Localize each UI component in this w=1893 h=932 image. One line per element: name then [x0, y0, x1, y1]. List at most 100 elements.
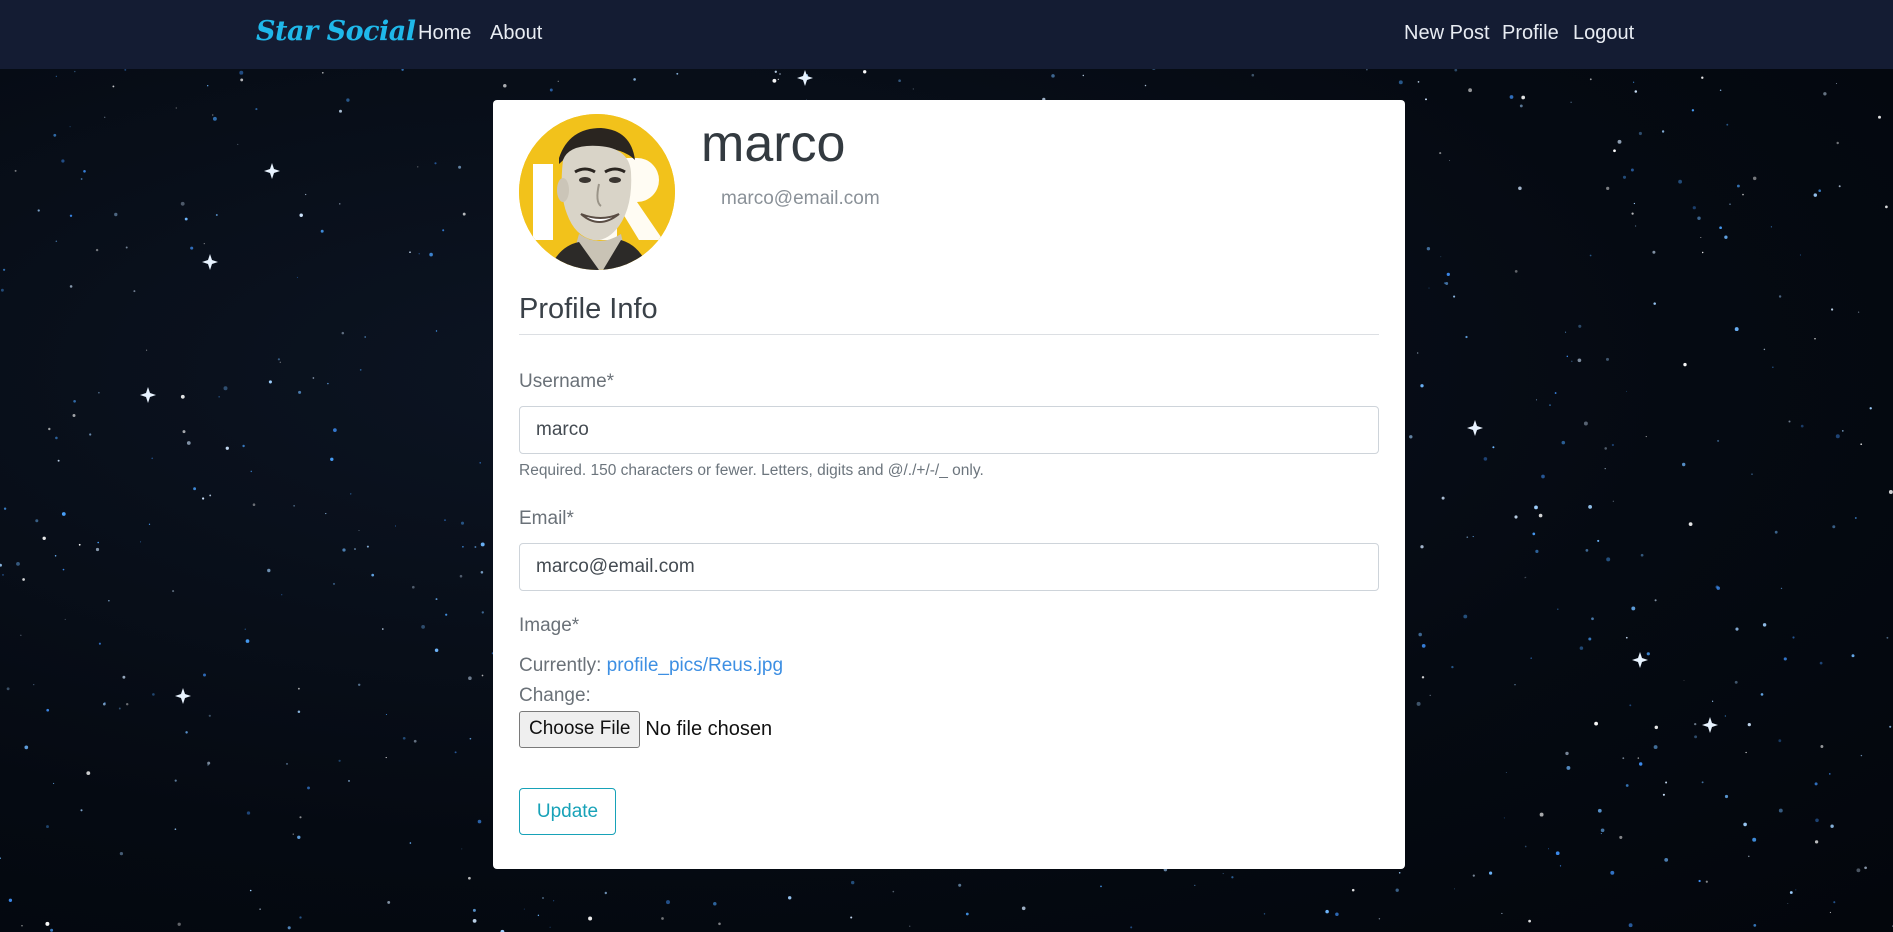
star — [108, 600, 110, 602]
star — [61, 512, 66, 516]
star — [174, 779, 177, 782]
star — [1719, 226, 1722, 230]
star — [245, 639, 250, 643]
brand-logo-link[interactable]: Star Social — [256, 16, 416, 47]
current-image-link[interactable]: profile_pics/Reus.jpg — [607, 655, 783, 676]
star — [409, 251, 411, 254]
star — [321, 71, 324, 74]
star — [772, 78, 777, 83]
star — [787, 896, 792, 900]
star — [1501, 912, 1503, 914]
star — [477, 819, 482, 824]
star — [1698, 879, 1701, 883]
star — [909, 925, 911, 927]
star — [1652, 250, 1656, 254]
image-label: Image* — [519, 615, 580, 636]
nav-link-new-post[interactable]: New Post — [1404, 22, 1490, 45]
star — [1678, 179, 1682, 184]
star — [462, 212, 466, 216]
star — [1565, 331, 1567, 333]
star — [481, 674, 484, 677]
star — [1534, 505, 1538, 510]
nav-link-about[interactable]: About — [490, 22, 542, 45]
star — [1483, 457, 1488, 461]
star — [177, 922, 181, 926]
star — [240, 78, 244, 82]
star — [1814, 782, 1818, 786]
star — [434, 648, 439, 653]
star — [385, 713, 387, 716]
star — [402, 736, 406, 740]
star — [461, 848, 463, 850]
star — [1528, 919, 1531, 923]
star — [225, 446, 229, 450]
star — [1742, 193, 1744, 196]
update-button[interactable]: Update — [519, 788, 616, 835]
star — [223, 386, 228, 391]
star — [1888, 490, 1893, 494]
star — [297, 687, 300, 690]
nav-link-home[interactable]: Home — [418, 22, 471, 45]
star — [320, 229, 324, 233]
star — [250, 470, 253, 473]
nav-link-profile[interactable]: Profile — [1502, 22, 1559, 45]
star — [364, 336, 367, 338]
section-divider — [519, 334, 1379, 335]
star — [1579, 646, 1584, 650]
star — [1549, 404, 1551, 406]
star — [481, 611, 484, 614]
star — [1441, 496, 1445, 500]
star — [1420, 545, 1424, 549]
star — [98, 391, 100, 394]
star — [472, 908, 476, 912]
star — [1541, 474, 1545, 479]
star — [469, 737, 472, 740]
currently-label: Currently: — [519, 655, 602, 676]
star — [1492, 446, 1495, 449]
nav-link-logout[interactable]: Logout — [1573, 22, 1634, 45]
star — [459, 574, 463, 578]
star — [850, 916, 853, 919]
star — [1566, 765, 1571, 770]
star — [357, 683, 361, 687]
star — [1856, 868, 1861, 873]
star — [418, 253, 420, 255]
profile-email-text: marco@email.com — [721, 188, 880, 209]
star — [1378, 918, 1381, 920]
star — [1597, 539, 1600, 542]
choose-file-button[interactable]: Choose File — [519, 710, 641, 748]
email-input[interactable] — [519, 543, 1379, 591]
star — [1633, 81, 1635, 83]
star — [1629, 704, 1632, 707]
star — [1711, 700, 1714, 702]
star — [325, 513, 327, 515]
star — [42, 536, 46, 540]
star — [279, 361, 281, 363]
star — [53, 782, 55, 785]
star — [307, 786, 310, 790]
star — [1231, 876, 1234, 879]
username-input[interactable] — [519, 406, 1379, 454]
star — [1789, 891, 1793, 894]
star — [713, 902, 717, 906]
star — [1800, 424, 1804, 428]
star — [69, 214, 73, 218]
star — [892, 890, 895, 893]
star — [468, 876, 471, 880]
star — [57, 459, 60, 462]
star — [898, 79, 901, 83]
star — [1683, 362, 1687, 367]
star — [1631, 606, 1636, 611]
star — [1645, 436, 1647, 438]
star — [411, 585, 415, 589]
star — [1780, 587, 1783, 590]
star — [140, 541, 142, 543]
star — [358, 530, 360, 532]
star — [207, 85, 209, 87]
star — [1694, 735, 1698, 739]
star — [1489, 871, 1493, 875]
star — [24, 745, 29, 750]
star — [1535, 549, 1539, 554]
star — [676, 72, 679, 75]
star — [1634, 225, 1637, 227]
